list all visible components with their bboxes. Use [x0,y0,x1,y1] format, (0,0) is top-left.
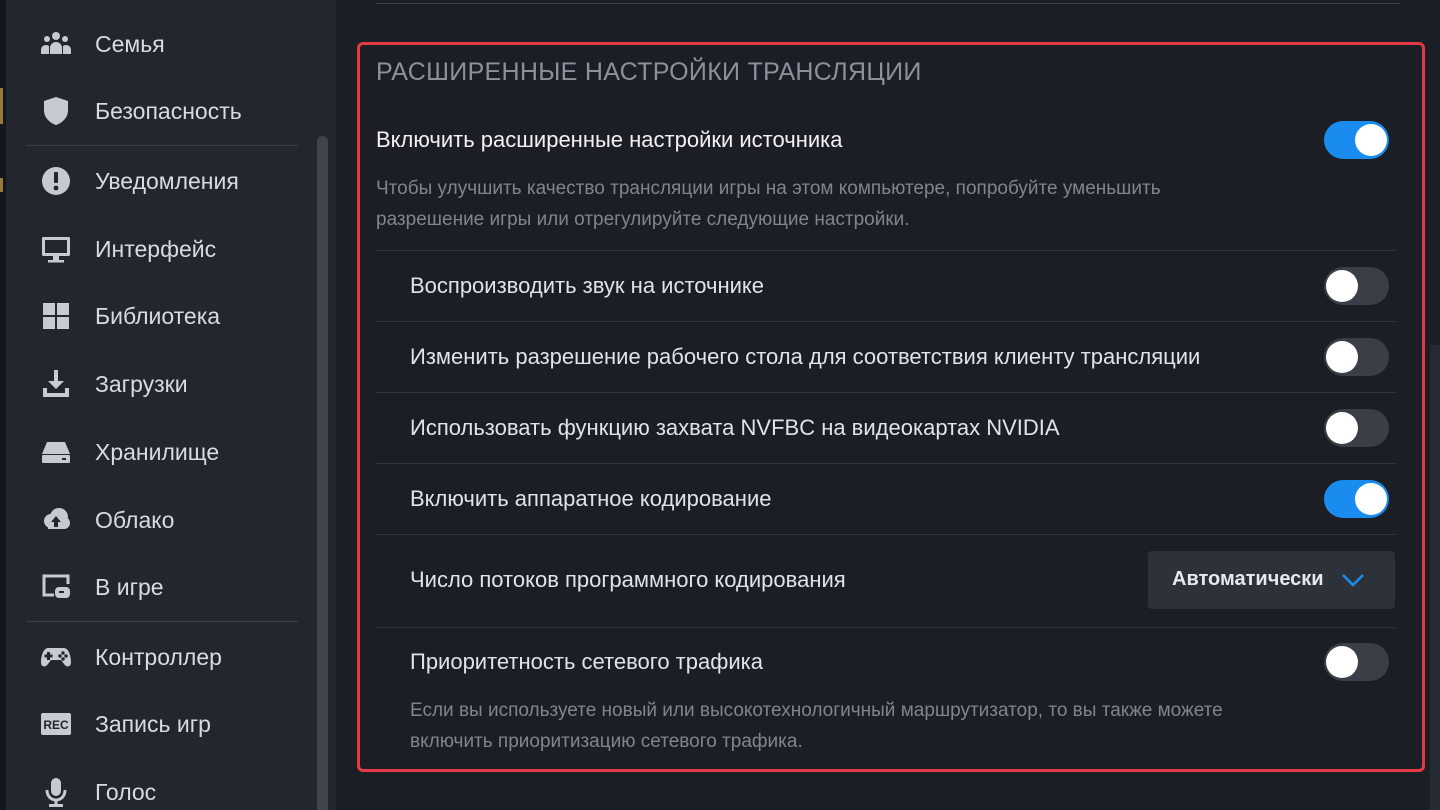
description-line: Если вы используете новый или высокотехн… [410,700,1223,721]
network-priority-description: Если вы используете новый или высокотехн… [410,695,1223,757]
sidebar-item-controller[interactable]: Контроллер [20,631,310,683]
encoding-threads-dropdown[interactable]: Автоматически [1148,551,1395,609]
sidebar-item-label: Хранилище [95,438,220,465]
cloud-icon [38,502,74,538]
sidebar-divider [26,621,298,622]
section-divider [376,3,1400,4]
description-line: Чтобы улучшить качество трансляции игры … [376,178,1161,199]
sidebar-scrollbar[interactable] [317,136,328,810]
row-divider [376,463,1395,464]
sidebar-item-label: Облако [95,506,175,533]
section-title: РАСШИРЕННЫЕ НАСТРОЙКИ ТРАНСЛЯЦИИ [376,58,922,86]
toggle-knob [1326,646,1358,678]
toggle-knob [1326,270,1358,302]
drive-icon [38,434,74,470]
rec-badge-text: REC [43,718,69,732]
toggle-knob [1355,124,1387,156]
network-priority-toggle[interactable] [1324,643,1389,681]
toggle-knob [1326,412,1358,444]
content-scrollbar[interactable] [1430,345,1440,810]
sidebar-item-storage[interactable]: Хранилище [20,426,310,478]
gamepad-icon [38,639,74,675]
sidebar-item-library[interactable]: Библиотека [20,290,310,342]
sidebar-item-notifications[interactable]: Уведомления [20,155,310,207]
edge-accent-mark [0,178,3,192]
sidebar-item-interface[interactable]: Интерфейс [20,223,310,275]
edge-accent-mark [0,88,3,124]
shield-icon [38,93,74,129]
row-divider [376,627,1395,628]
network-priority-label: Приоритетность сетевого трафика [410,649,763,674]
alert-icon [38,163,74,199]
sidebar-item-cloud[interactable]: Облако [20,494,310,546]
settings-sidebar: Семья Безопасность Уведомления Интерфейс [6,0,336,810]
row-divider [376,321,1395,322]
nvfbc-capture-label: Использовать функцию захвата NVFBC на ви… [410,415,1060,440]
nvfbc-capture-toggle[interactable] [1324,409,1389,447]
play-audio-on-source-toggle[interactable] [1324,267,1389,305]
sidebar-item-label: Голос [95,778,157,805]
sidebar-item-label: Контроллер [95,643,222,670]
description-line: включить приоритизацию сетевого трафика. [410,731,803,752]
sidebar-item-security[interactable]: Безопасность [20,85,310,137]
advanced-source-settings-label: Включить расширенные настройки источника [376,127,843,152]
download-icon [38,366,74,402]
sidebar-item-label: Библиотека [95,302,221,329]
sidebar-item-label: Уведомления [95,167,239,194]
sidebar-item-label: Семья [95,30,165,57]
sidebar-item-label: В игре [95,573,164,600]
row-divider [376,392,1395,393]
hardware-encoding-label: Включить аппаратное кодирование [410,486,772,511]
encoding-threads-selected: Автоматически [1172,568,1324,590]
chevron-down-icon [1342,574,1364,587]
sidebar-item-game-recording[interactable]: REC Запись игр [20,698,310,750]
microphone-icon [38,774,74,810]
sidebar-item-downloads[interactable]: Загрузки [20,358,310,410]
advanced-source-settings-description: Чтобы улучшить качество трансляции игры … [376,173,1161,235]
steam-settings-window: Семья Безопасность Уведомления Интерфейс [0,0,1440,810]
toggle-knob [1355,483,1387,515]
hardware-encoding-toggle[interactable] [1324,480,1389,518]
grid-icon [38,298,74,334]
advanced-source-settings-toggle[interactable] [1324,121,1389,159]
rec-icon: REC [38,706,74,742]
toggle-knob [1326,341,1358,373]
sidebar-item-label: Интерфейс [95,235,217,262]
sidebar-item-in-game[interactable]: В игре [20,561,310,613]
match-desktop-resolution-label: Изменить разрешение рабочего стола для с… [410,344,1201,369]
match-desktop-resolution-toggle[interactable] [1324,338,1389,376]
sidebar-item-family[interactable]: Семья [20,18,310,70]
play-audio-on-source-label: Воспроизводить звук на источнике [410,273,765,298]
sidebar-item-label: Безопасность [95,97,242,124]
encoding-threads-label: Число потоков программного кодирования [410,567,846,592]
sidebar-item-label: Запись игр [95,710,211,737]
sidebar-divider [26,145,298,146]
row-divider [376,250,1395,251]
sidebar-scrollbar-thumb[interactable] [317,136,328,810]
family-icon [38,26,74,62]
row-divider [376,534,1395,535]
description-line: разрешение игры или отрегулируйте следую… [376,209,910,230]
sidebar-item-label: Загрузки [95,370,188,397]
sidebar-item-voice[interactable]: Голос [20,766,310,810]
monitor-icon [38,231,74,267]
ingame-icon [38,569,74,605]
